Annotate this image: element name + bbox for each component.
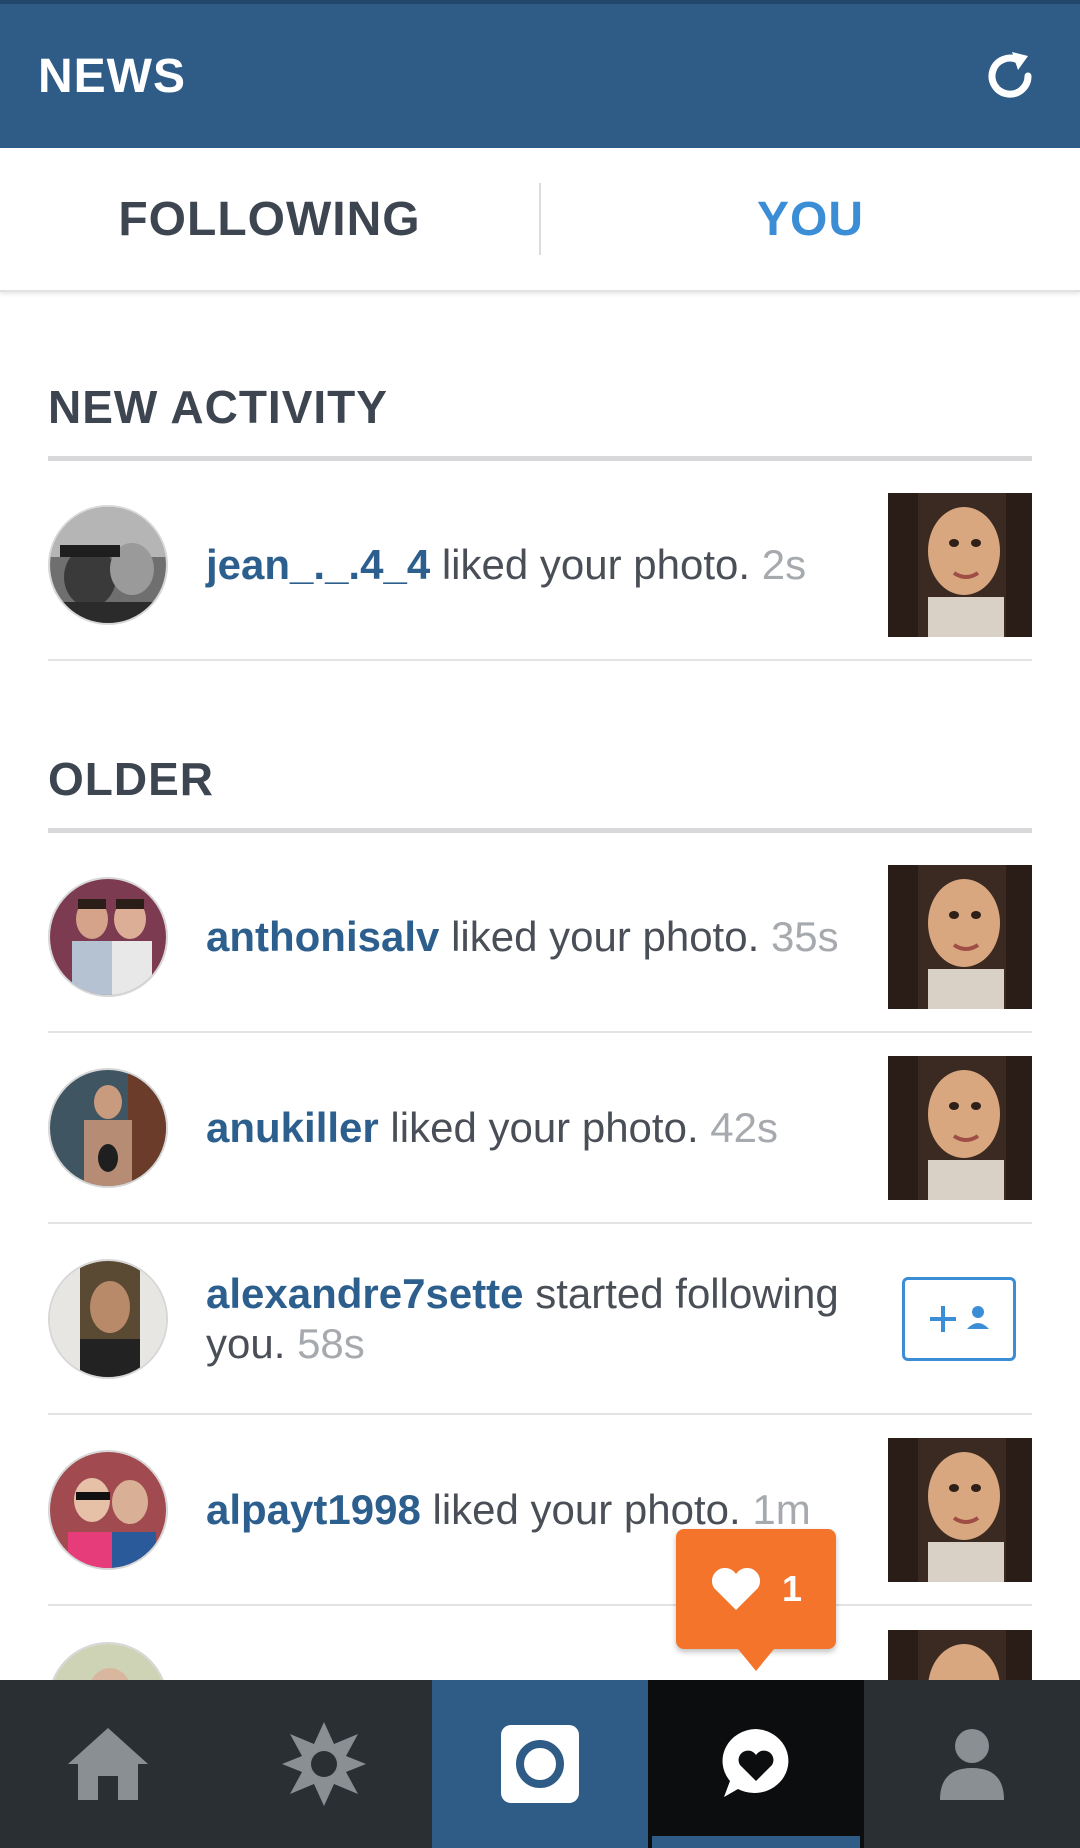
list-item[interactable]: anthonisalv liked your photo. 35s	[48, 842, 1032, 1033]
profile-icon	[940, 1729, 1004, 1800]
photo-thumbnail[interactable]	[888, 1055, 1032, 1200]
activity-action: liked your photo.	[451, 912, 760, 960]
activity-text: jean_._.4_4 liked your photo. 2s	[168, 540, 888, 590]
section-header-older: OLDER	[48, 752, 1032, 833]
activity-text: alexandre7sette started following you. 5…	[168, 1269, 902, 1369]
activity-text: anthonisalv liked your photo. 35s	[168, 912, 888, 962]
list-item[interactable]	[48, 1606, 1032, 1680]
activity-time: 2s	[761, 540, 807, 588]
explore-icon	[282, 1722, 366, 1806]
activity-time: 1m	[752, 1485, 811, 1533]
camera-icon	[501, 1725, 579, 1803]
activity-time: 35s	[770, 912, 839, 960]
section-header-new-activity: NEW ACTIVITY	[48, 380, 1032, 461]
activity-tabs: FOLLOWING YOU	[0, 148, 1080, 292]
avatar[interactable]	[48, 504, 168, 625]
list-item[interactable]: alpayt1998 liked your photo. 1m	[48, 1415, 1032, 1606]
username-link[interactable]: alpayt1998	[206, 1486, 421, 1533]
nav-profile[interactable]	[864, 1680, 1080, 1848]
top-bar: NEWS	[0, 0, 1080, 148]
activity-time: 58s	[297, 1319, 365, 1367]
activity-text: alpayt1998 liked your photo. 1m	[168, 1485, 888, 1535]
home-icon	[68, 1728, 148, 1800]
nav-explore[interactable]	[216, 1680, 432, 1848]
username-link[interactable]: jean_._.4_4	[206, 541, 430, 588]
likes-notification-badge[interactable]: 1	[676, 1529, 836, 1671]
avatar[interactable]	[48, 1449, 168, 1570]
activity-icon	[722, 1729, 789, 1797]
activity-action: liked your photo.	[441, 540, 751, 588]
follow-back-button[interactable]	[902, 1276, 1016, 1361]
photo-thumbnail[interactable]	[888, 1437, 1032, 1582]
heart-icon	[711, 1567, 761, 1610]
activity-text: anukiller liked your photo. 42s	[168, 1103, 888, 1153]
photo-thumbnail[interactable]	[888, 1629, 1032, 1680]
notification-count: 1	[781, 1568, 803, 1609]
avatar[interactable]	[48, 876, 168, 997]
username-link[interactable]: alexandre7sette	[206, 1270, 524, 1317]
refresh-icon	[988, 52, 1032, 98]
tab-following[interactable]: FOLLOWING	[0, 148, 539, 290]
username-link[interactable]: anukiller	[206, 1104, 379, 1151]
refresh-button[interactable]	[978, 44, 1042, 108]
photo-thumbnail[interactable]	[888, 864, 1032, 1009]
list-item[interactable]: jean_._.4_4 liked your photo. 2s	[48, 470, 1032, 661]
nav-camera[interactable]	[432, 1680, 648, 1848]
list-item[interactable]: anukiller liked your photo. 42s	[48, 1033, 1032, 1224]
avatar[interactable]	[48, 1067, 168, 1188]
photo-thumbnail[interactable]	[888, 492, 1032, 637]
add-user-icon	[930, 1305, 989, 1332]
username-link[interactable]: anthonisalv	[206, 913, 439, 960]
nav-activity[interactable]	[648, 1680, 864, 1848]
avatar[interactable]	[48, 1641, 168, 1680]
list-item[interactable]: alexandre7sette started following you. 5…	[48, 1224, 1032, 1415]
activity-feed[interactable]: NEW ACTIVITY jean_._.4_4 liked your phot…	[0, 292, 1080, 1680]
activity-action: liked your photo.	[390, 1103, 699, 1151]
tab-you[interactable]: YOU	[541, 148, 1080, 290]
bottom-navigation	[0, 1680, 1080, 1848]
avatar[interactable]	[48, 1258, 168, 1379]
page-title: NEWS	[38, 49, 186, 103]
activity-action: liked your photo.	[432, 1485, 741, 1533]
nav-home[interactable]	[0, 1680, 216, 1848]
activity-time: 42s	[710, 1103, 779, 1151]
